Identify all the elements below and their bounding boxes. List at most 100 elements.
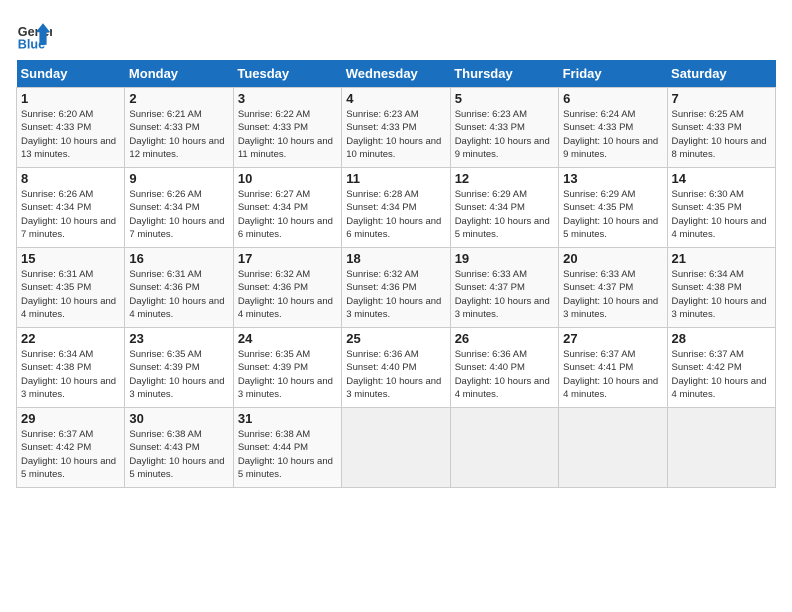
calendar-cell: 15Sunrise: 6:31 AM Sunset: 4:35 PM Dayli…	[17, 248, 125, 328]
day-info: Sunrise: 6:37 AM Sunset: 4:42 PM Dayligh…	[21, 428, 120, 481]
day-number: 21	[672, 251, 771, 266]
day-number: 29	[21, 411, 120, 426]
calendar-cell: 4 Sunrise: 6:23 AM Sunset: 4:33 PM Daylig…	[342, 88, 450, 168]
weekday-header-thursday: Thursday	[450, 60, 558, 88]
page-header: General Blue	[16, 16, 776, 52]
day-number: 16	[129, 251, 228, 266]
calendar-cell: 1 Sunrise: 6:20 AM Sunset: 4:33 PM Daylig…	[17, 88, 125, 168]
day-info: Sunrise: 6:38 AM Sunset: 4:43 PM Dayligh…	[129, 428, 228, 481]
day-info: Sunrise: 6:35 AM Sunset: 4:39 PM Dayligh…	[129, 348, 228, 401]
calendar-cell: 29 Sunrise: 6:37 AM Sunset: 4:42 PM Dayli…	[17, 408, 125, 488]
calendar-cell: 23 Sunrise: 6:35 AM Sunset: 4:39 PM Dayli…	[125, 328, 233, 408]
calendar-cell: 2 Sunrise: 6:21 AM Sunset: 4:33 PM Daylig…	[125, 88, 233, 168]
calendar-cell	[667, 408, 775, 488]
day-info: Sunrise: 6:37 AM Sunset: 4:42 PM Dayligh…	[672, 348, 771, 401]
day-info: Sunrise: 6:31 AM Sunset: 4:35 PM Dayligh…	[21, 268, 120, 321]
day-info: Sunrise: 6:33 AM Sunset: 4:37 PM Dayligh…	[455, 268, 554, 321]
calendar-week-3: 15Sunrise: 6:31 AM Sunset: 4:35 PM Dayli…	[17, 248, 776, 328]
day-info: Sunrise: 6:26 AM Sunset: 4:34 PM Dayligh…	[21, 188, 120, 241]
calendar-cell: 22Sunrise: 6:34 AM Sunset: 4:38 PM Dayli…	[17, 328, 125, 408]
weekday-header-saturday: Saturday	[667, 60, 775, 88]
calendar-cell: 17Sunrise: 6:32 AM Sunset: 4:36 PM Dayli…	[233, 248, 341, 328]
day-info: Sunrise: 6:37 AM Sunset: 4:41 PM Dayligh…	[563, 348, 662, 401]
day-info: Sunrise: 6:30 AM Sunset: 4:35 PM Dayligh…	[672, 188, 771, 241]
day-number: 28	[672, 331, 771, 346]
day-number: 20	[563, 251, 662, 266]
day-info: Sunrise: 6:26 AM Sunset: 4:34 PM Dayligh…	[129, 188, 228, 241]
day-info: Sunrise: 6:34 AM Sunset: 4:38 PM Dayligh…	[672, 268, 771, 321]
day-info: Sunrise: 6:29 AM Sunset: 4:35 PM Dayligh…	[563, 188, 662, 241]
weekday-header-row: SundayMondayTuesdayWednesdayThursdayFrid…	[17, 60, 776, 88]
calendar-cell: 25 Sunrise: 6:36 AM Sunset: 4:40 PM Dayli…	[342, 328, 450, 408]
weekday-header-monday: Monday	[125, 60, 233, 88]
calendar-cell: 20 Sunrise: 6:33 AM Sunset: 4:37 PM Dayli…	[559, 248, 667, 328]
day-info: Sunrise: 6:33 AM Sunset: 4:37 PM Dayligh…	[563, 268, 662, 321]
calendar-cell: 28 Sunrise: 6:37 AM Sunset: 4:42 PM Dayli…	[667, 328, 775, 408]
logo-icon: General Blue	[16, 16, 52, 52]
day-number: 4	[346, 91, 445, 106]
calendar-cell	[559, 408, 667, 488]
calendar-week-1: 1 Sunrise: 6:20 AM Sunset: 4:33 PM Daylig…	[17, 88, 776, 168]
day-number: 2	[129, 91, 228, 106]
day-info: Sunrise: 6:29 AM Sunset: 4:34 PM Dayligh…	[455, 188, 554, 241]
calendar-cell: 31 Sunrise: 6:38 AM Sunset: 4:44 PM Dayli…	[233, 408, 341, 488]
day-number: 10	[238, 171, 337, 186]
day-info: Sunrise: 6:36 AM Sunset: 4:40 PM Dayligh…	[346, 348, 445, 401]
day-info: Sunrise: 6:31 AM Sunset: 4:36 PM Dayligh…	[129, 268, 228, 321]
calendar-cell: 10 Sunrise: 6:27 AM Sunset: 4:34 PM Dayli…	[233, 168, 341, 248]
day-number: 26	[455, 331, 554, 346]
day-number: 22	[21, 331, 120, 346]
calendar-cell: 13 Sunrise: 6:29 AM Sunset: 4:35 PM Dayli…	[559, 168, 667, 248]
day-info: Sunrise: 6:21 AM Sunset: 4:33 PM Dayligh…	[129, 108, 228, 161]
day-number: 24	[238, 331, 337, 346]
day-number: 11	[346, 171, 445, 186]
day-info: Sunrise: 6:28 AM Sunset: 4:34 PM Dayligh…	[346, 188, 445, 241]
day-number: 27	[563, 331, 662, 346]
day-number: 31	[238, 411, 337, 426]
calendar-cell: 3Sunrise: 6:22 AM Sunset: 4:33 PM Daylig…	[233, 88, 341, 168]
weekday-header-tuesday: Tuesday	[233, 60, 341, 88]
calendar-cell	[342, 408, 450, 488]
calendar-cell: 5 Sunrise: 6:23 AM Sunset: 4:33 PM Daylig…	[450, 88, 558, 168]
calendar-cell: 26 Sunrise: 6:36 AM Sunset: 4:40 PM Dayli…	[450, 328, 558, 408]
day-number: 18	[346, 251, 445, 266]
day-info: Sunrise: 6:25 AM Sunset: 4:33 PM Dayligh…	[672, 108, 771, 161]
calendar-week-4: 22Sunrise: 6:34 AM Sunset: 4:38 PM Dayli…	[17, 328, 776, 408]
calendar-cell	[450, 408, 558, 488]
day-info: Sunrise: 6:24 AM Sunset: 4:33 PM Dayligh…	[563, 108, 662, 161]
calendar-cell: 16 Sunrise: 6:31 AM Sunset: 4:36 PM Dayli…	[125, 248, 233, 328]
day-info: Sunrise: 6:32 AM Sunset: 4:36 PM Dayligh…	[346, 268, 445, 321]
day-number: 23	[129, 331, 228, 346]
calendar-cell: 21 Sunrise: 6:34 AM Sunset: 4:38 PM Dayli…	[667, 248, 775, 328]
day-number: 7	[672, 91, 771, 106]
day-info: Sunrise: 6:22 AM Sunset: 4:33 PM Dayligh…	[238, 108, 337, 161]
day-number: 25	[346, 331, 445, 346]
calendar-cell: 11 Sunrise: 6:28 AM Sunset: 4:34 PM Dayli…	[342, 168, 450, 248]
day-number: 5	[455, 91, 554, 106]
day-number: 1	[21, 91, 120, 106]
day-info: Sunrise: 6:23 AM Sunset: 4:33 PM Dayligh…	[346, 108, 445, 161]
day-number: 8	[21, 171, 120, 186]
weekday-header-sunday: Sunday	[17, 60, 125, 88]
weekday-header-friday: Friday	[559, 60, 667, 88]
calendar-cell: 27 Sunrise: 6:37 AM Sunset: 4:41 PM Dayli…	[559, 328, 667, 408]
day-info: Sunrise: 6:38 AM Sunset: 4:44 PM Dayligh…	[238, 428, 337, 481]
calendar-cell: 14Sunrise: 6:30 AM Sunset: 4:35 PM Dayli…	[667, 168, 775, 248]
calendar-cell: 9Sunrise: 6:26 AM Sunset: 4:34 PM Daylig…	[125, 168, 233, 248]
calendar-cell: 30 Sunrise: 6:38 AM Sunset: 4:43 PM Dayli…	[125, 408, 233, 488]
weekday-header-wednesday: Wednesday	[342, 60, 450, 88]
day-number: 12	[455, 171, 554, 186]
calendar-cell: 6 Sunrise: 6:24 AM Sunset: 4:33 PM Daylig…	[559, 88, 667, 168]
calendar-cell: 19Sunrise: 6:33 AM Sunset: 4:37 PM Dayli…	[450, 248, 558, 328]
day-info: Sunrise: 6:27 AM Sunset: 4:34 PM Dayligh…	[238, 188, 337, 241]
day-info: Sunrise: 6:32 AM Sunset: 4:36 PM Dayligh…	[238, 268, 337, 321]
calendar-week-5: 29 Sunrise: 6:37 AM Sunset: 4:42 PM Dayli…	[17, 408, 776, 488]
day-number: 6	[563, 91, 662, 106]
logo: General Blue	[16, 16, 52, 52]
day-info: Sunrise: 6:20 AM Sunset: 4:33 PM Dayligh…	[21, 108, 120, 161]
day-number: 30	[129, 411, 228, 426]
day-number: 13	[563, 171, 662, 186]
calendar-cell: 18 Sunrise: 6:32 AM Sunset: 4:36 PM Dayli…	[342, 248, 450, 328]
day-info: Sunrise: 6:23 AM Sunset: 4:33 PM Dayligh…	[455, 108, 554, 161]
day-info: Sunrise: 6:36 AM Sunset: 4:40 PM Dayligh…	[455, 348, 554, 401]
